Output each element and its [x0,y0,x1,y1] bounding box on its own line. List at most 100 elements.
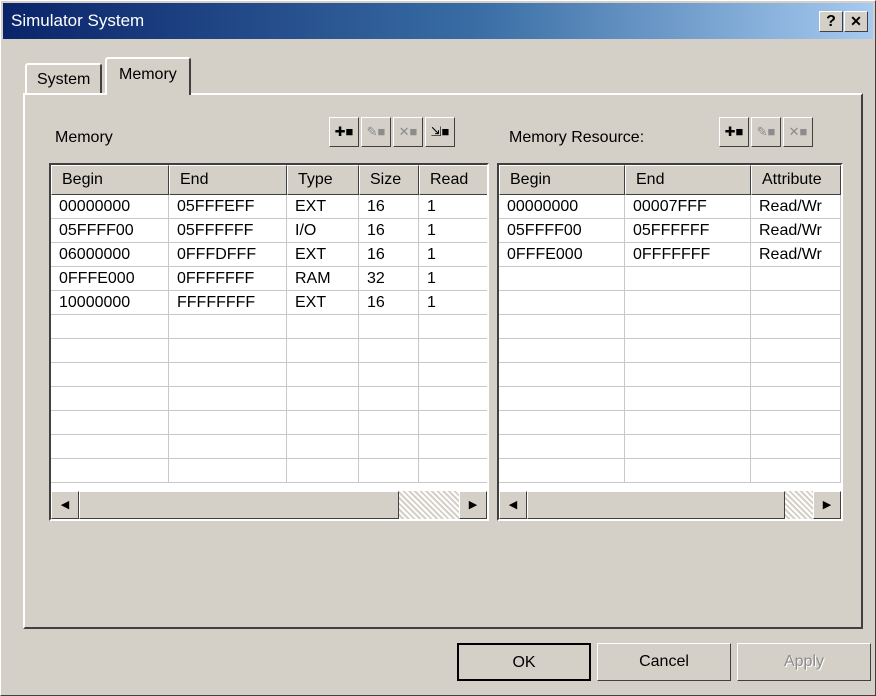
table-cell [169,387,287,411]
table-cell [51,363,169,387]
apply-button[interactable]: Apply [737,643,871,681]
memory-label: Memory [55,129,113,146]
memory-resource-table[interactable]: Begin End Attribute 00000000 00007FFF Read/Wr… [497,163,843,521]
table-cell [419,339,487,363]
horizontal-scrollbar[interactable]: ◀ ▶ [51,491,487,519]
column-header-type[interactable]: Type [287,165,359,195]
table-cell: 05FFFF00 [499,219,625,243]
memory-table[interactable]: Begin End Type Size Read 00000000 05FFFEFF EXT 1… [49,163,489,521]
table-cell: 16 [359,291,419,315]
table-cell [419,387,487,411]
table-cell [287,459,359,483]
table-cell: Read/Wr [751,219,841,243]
table-cell: 05FFFF00 [51,219,169,243]
add-icon-button[interactable]: ✚■ [719,117,749,147]
scroll-track [399,491,459,519]
table-cell [51,411,169,435]
table-cell [169,435,287,459]
table-cell: 16 [359,195,419,219]
table-cell: 1 [419,291,487,315]
column-header-attribute[interactable]: Attribute [751,165,841,195]
table-cell: EXT [287,195,359,219]
scroll-right-icon[interactable]: ▶ [459,491,487,519]
delete-icon-button[interactable]: ✕■ [393,117,423,147]
table-cell [419,435,487,459]
table-cell [751,435,841,459]
scroll-left-icon[interactable]: ◀ [51,491,79,519]
table-cell [751,291,841,315]
table-cell [169,459,287,483]
table-cell [751,339,841,363]
scroll-left-icon[interactable]: ◀ [499,491,527,519]
column-header-end[interactable]: End [625,165,751,195]
table-cell: 06000000 [51,243,169,267]
table-cell: 1 [419,195,487,219]
horizontal-scrollbar[interactable]: ◀ ▶ [499,491,841,519]
table-cell [51,459,169,483]
table-cell: Read/Wr [751,195,841,219]
table-cell [51,435,169,459]
ok-button[interactable]: OK [457,643,591,681]
add-icon-button[interactable]: ✚■ [329,117,359,147]
table-cell: Read/Wr [751,243,841,267]
column-header-size[interactable]: Size [359,165,419,195]
tab-memory[interactable]: Memory [105,57,191,95]
scroll-thumb[interactable] [527,491,785,519]
close-button[interactable]: ✕ [844,11,868,32]
table-cell [287,363,359,387]
table-cell [287,411,359,435]
table-cell: 32 [359,267,419,291]
table-cell: EXT [287,243,359,267]
dialog-window: Simulator System ? ✕ System Memory Memor… [0,0,876,696]
table-cell [499,459,625,483]
table-cell [499,387,625,411]
table-cell [751,387,841,411]
table-cell [169,411,287,435]
table-cell [751,411,841,435]
table-cell [359,315,419,339]
cancel-button[interactable]: Cancel [597,643,731,681]
column-header-begin[interactable]: Begin [499,165,625,195]
table-cell [287,339,359,363]
help-button[interactable]: ? [819,11,843,32]
table-cell: 0FFFDFFF [169,243,287,267]
table-cell [51,339,169,363]
column-header-end[interactable]: End [169,165,287,195]
table-cell: 05FFFFFF [625,219,751,243]
table-cell: EXT [287,291,359,315]
scroll-right-icon[interactable]: ▶ [813,491,841,519]
column-header-read[interactable]: Read [419,165,487,195]
column-header-begin[interactable]: Begin [51,165,169,195]
table-cell [419,363,487,387]
modify-icon-button[interactable]: ✎■ [751,117,781,147]
table-cell: I/O [287,219,359,243]
table-cell [359,459,419,483]
modify-icon-button[interactable]: ✎■ [361,117,391,147]
table-cell: RAM [287,267,359,291]
table-cell: 00000000 [51,195,169,219]
scroll-thumb[interactable] [79,491,399,519]
table-cell [625,291,751,315]
table-cell [625,363,751,387]
table-cell [751,459,841,483]
table-cell [499,411,625,435]
scroll-track [785,491,813,519]
table-cell [169,339,287,363]
table-cell: 1 [419,219,487,243]
select-icon-button[interactable]: ⇲■ [425,117,455,147]
delete-icon-button[interactable]: ✕■ [783,117,813,147]
table-cell [625,315,751,339]
table-cell [287,435,359,459]
table-cell: 16 [359,243,419,267]
table-cell [359,411,419,435]
table-cell [751,315,841,339]
table-cell [625,435,751,459]
table-cell [625,267,751,291]
title-bar[interactable]: Simulator System ? ✕ [3,3,873,39]
tab-system[interactable]: System [25,63,103,95]
table-cell: 1 [419,267,487,291]
table-cell: 0FFFFFFF [625,243,751,267]
table-cell [499,363,625,387]
table-cell [287,315,359,339]
table-cell [499,315,625,339]
